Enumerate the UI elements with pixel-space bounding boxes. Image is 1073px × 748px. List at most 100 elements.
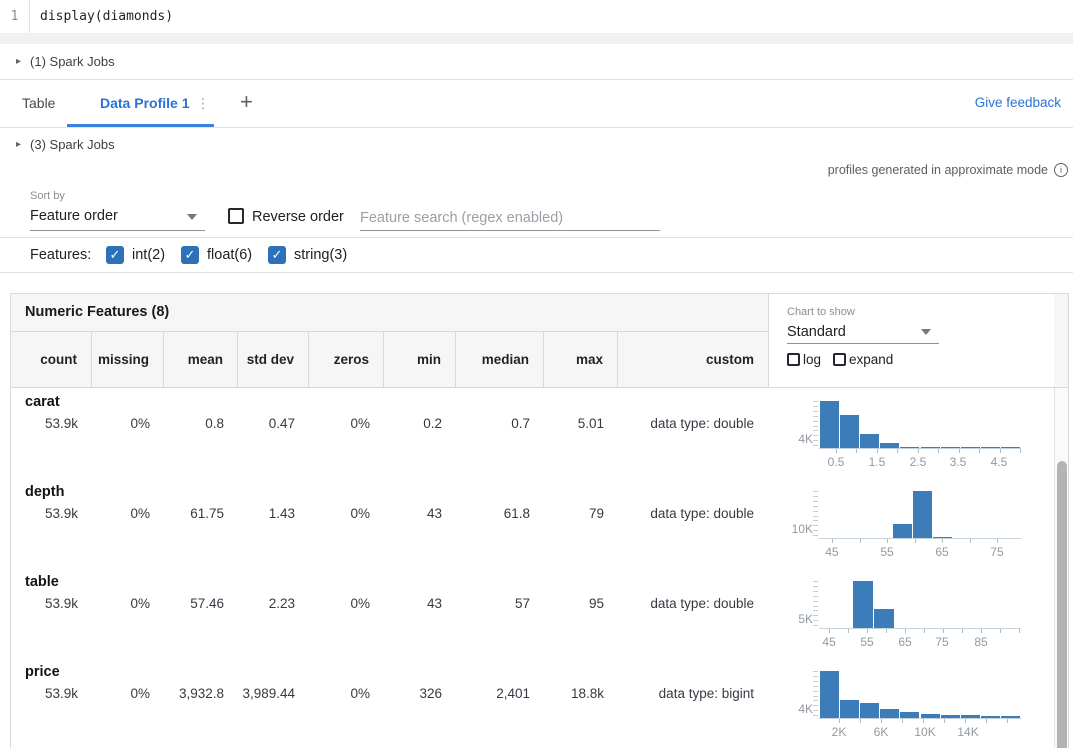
feature-name: depth — [25, 484, 64, 500]
x-axis-tick — [959, 449, 960, 453]
x-axis-tick — [986, 719, 987, 723]
y-axis-tick — [813, 511, 818, 512]
expand-checkbox[interactable] — [833, 353, 846, 366]
histogram-bar[interactable] — [913, 491, 932, 538]
feature-histogram[interactable]: 10K45556575 — [768, 478, 1054, 568]
log-label: log — [803, 352, 821, 367]
info-icon[interactable]: i — [1054, 163, 1068, 177]
histogram-bar[interactable] — [860, 434, 879, 448]
x-axis-tick-label: 65 — [922, 545, 962, 559]
histogram-bar[interactable] — [820, 671, 839, 718]
feature-histogram[interactable]: 4K2K6K10K14K — [768, 658, 1054, 748]
chart-type-select[interactable]: Standard — [787, 321, 939, 344]
give-feedback-link[interactable]: Give feedback — [975, 79, 1061, 127]
stat-count: 53.9k — [11, 505, 92, 523]
sort-by-label: Sort by — [30, 190, 65, 202]
y-axis-tick — [813, 435, 818, 436]
checked-checkbox-icon[interactable]: ✓ — [268, 246, 286, 264]
log-checkbox[interactable] — [787, 353, 800, 366]
histogram-bar[interactable] — [874, 609, 894, 628]
x-axis-tick — [970, 539, 971, 543]
y-axis-tick — [813, 506, 818, 507]
checked-checkbox-icon[interactable]: ✓ — [106, 246, 124, 264]
y-axis-tick — [813, 591, 818, 592]
table-row: table 53.9k0%57.462.230%435795data type:… — [11, 568, 1068, 658]
chart-to-show-panel: Chart to show Standard log expand — [768, 294, 1054, 388]
tab-menu-icon[interactable]: ⋮ — [196, 79, 210, 127]
x-axis-tick-label: 75 — [922, 635, 962, 649]
x-axis-tick — [881, 719, 882, 723]
histogram-bar[interactable] — [840, 415, 859, 448]
x-axis-tick-label: 2K — [819, 725, 859, 739]
feature-type-float[interactable]: ✓ float(6) — [181, 246, 252, 264]
y-axis-label: 4K — [768, 432, 813, 446]
feature-search-input[interactable] — [360, 205, 660, 231]
x-axis-line — [819, 538, 1021, 539]
x-axis-tick — [856, 449, 857, 453]
log-toggle[interactable]: log — [787, 352, 821, 367]
feature-name: carat — [25, 394, 60, 410]
feature-histogram[interactable]: 5K4555657585 — [768, 568, 1054, 658]
stat-max: 18.8k — [544, 685, 618, 703]
histogram-bar[interactable] — [820, 401, 839, 448]
feature-name: price — [25, 664, 60, 680]
y-axis-tick — [813, 520, 818, 521]
column-header-min: min — [384, 332, 456, 387]
reverse-order-checkbox[interactable] — [228, 208, 244, 224]
y-axis-tick — [813, 620, 818, 621]
stat-missing: 0% — [92, 685, 164, 703]
x-axis-tick — [860, 539, 861, 543]
code-text[interactable]: display(diamonds) — [40, 0, 173, 33]
stat-std-dev: 3,989.44 — [238, 685, 309, 703]
expand-toggle[interactable]: expand — [833, 352, 893, 367]
x-axis-tick — [867, 629, 868, 633]
x-axis-tick — [1020, 449, 1021, 453]
histogram-bar[interactable] — [893, 524, 912, 538]
column-header-std-dev: std dev — [238, 332, 309, 387]
divider — [0, 127, 1073, 128]
y-axis-tick — [813, 496, 818, 497]
feature-histogram[interactable]: 4K0.51.52.53.54.5 — [768, 388, 1054, 478]
stat-max: 95 — [544, 595, 618, 613]
histogram-bar[interactable] — [853, 581, 873, 628]
add-tab-button[interactable]: + — [240, 79, 253, 127]
vertical-scrollbar-thumb[interactable] — [1057, 461, 1067, 748]
feature-type-string[interactable]: ✓ string(3) — [268, 246, 347, 264]
spark-jobs-toggle-outer[interactable]: ▸ (1) Spark Jobs — [16, 51, 115, 71]
vertical-scrollbar-track[interactable] — [1054, 388, 1068, 748]
line-number: 1 — [0, 0, 30, 33]
y-axis-tick — [813, 700, 818, 701]
feature-type-int[interactable]: ✓ int(2) — [106, 246, 165, 264]
numeric-features-table: Numeric Features (8) countmissingmeanstd… — [10, 293, 1069, 748]
x-axis-tick — [923, 719, 924, 723]
x-axis-tick-label: 75 — [977, 545, 1017, 559]
features-label: Features: — [30, 247, 91, 263]
approx-mode-text: profiles generated in approximate mode — [828, 163, 1048, 177]
spark-jobs-toggle-inner[interactable]: ▸ (3) Spark Jobs — [16, 134, 115, 154]
x-axis-tick — [981, 629, 982, 633]
x-axis-tick-label: 55 — [847, 635, 887, 649]
histogram-bar[interactable] — [840, 700, 859, 718]
histogram-bar[interactable] — [880, 709, 899, 718]
x-axis-tick-label: 85 — [961, 635, 1001, 649]
stat-std-dev: 2.23 — [238, 595, 309, 613]
reverse-order-label: Reverse order — [252, 209, 344, 225]
column-header-count: count — [11, 332, 92, 387]
histogram-bar[interactable] — [860, 703, 879, 718]
y-axis-tick — [813, 686, 818, 687]
y-axis-tick — [813, 586, 818, 587]
tab-data-profile[interactable]: Data Profile 1 — [100, 79, 189, 127]
stat-zeros: 0% — [309, 505, 384, 523]
notebook-cell-output: 1 display(diamonds) ▸ (1) Spark Jobs Tab… — [0, 0, 1073, 748]
x-axis-tick — [938, 449, 939, 453]
x-axis-tick-label: 1.5 — [857, 455, 897, 469]
checked-checkbox-icon[interactable]: ✓ — [181, 246, 199, 264]
x-axis-tick-label: 4.5 — [979, 455, 1019, 469]
tab-table[interactable]: Table — [22, 79, 55, 127]
sort-order-select[interactable]: Feature order — [30, 205, 205, 231]
code-cell[interactable]: 1 display(diamonds) — [0, 0, 1073, 33]
x-axis-tick-label: 2.5 — [898, 455, 938, 469]
chevron-down-icon — [187, 214, 197, 220]
x-axis-tick — [944, 719, 945, 723]
stat-max: 5.01 — [544, 415, 618, 433]
